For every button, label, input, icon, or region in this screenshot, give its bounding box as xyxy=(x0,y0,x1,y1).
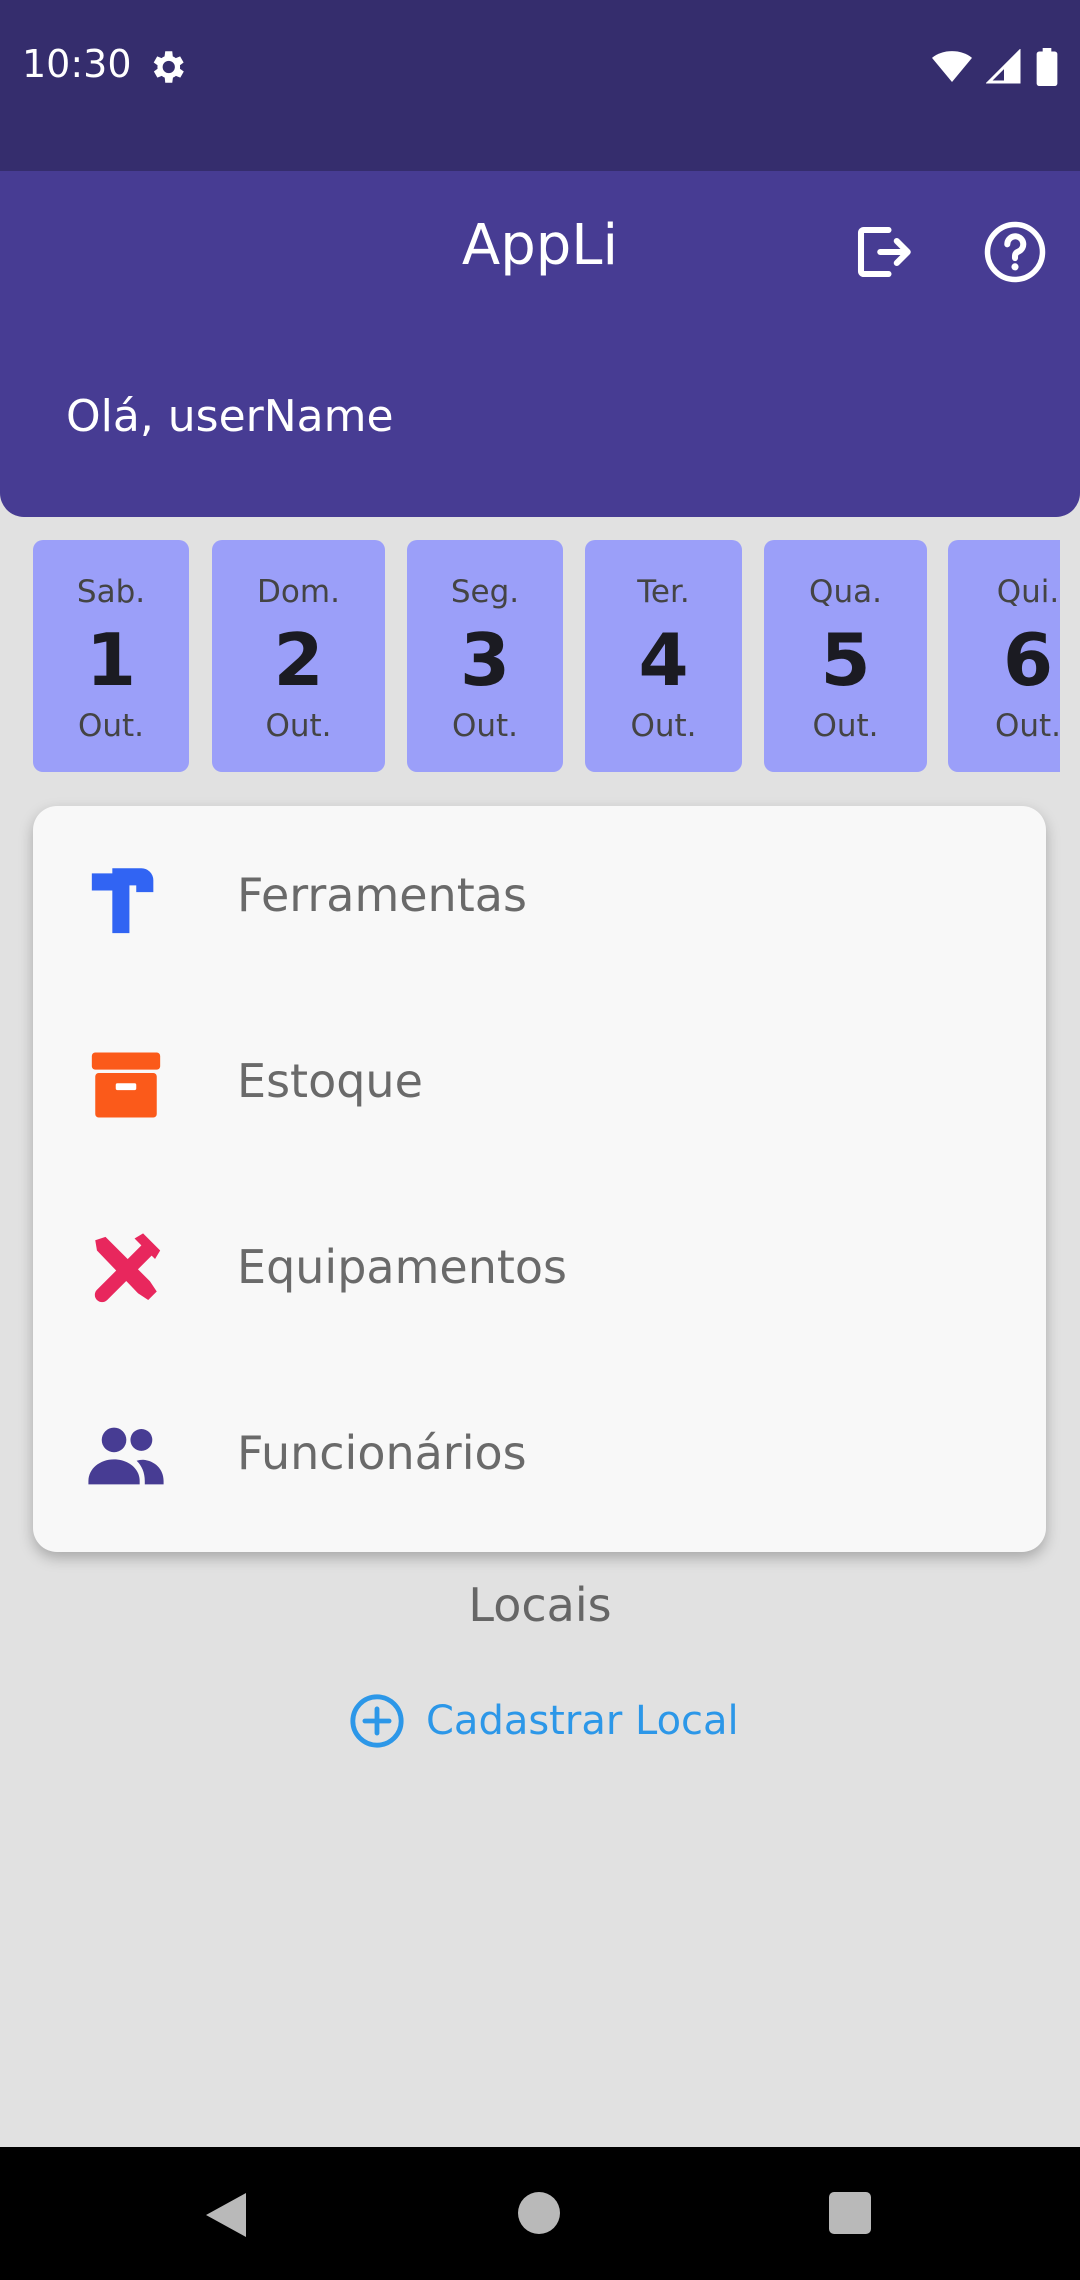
help-icon[interactable] xyxy=(982,219,1048,285)
wifi-icon xyxy=(932,51,972,82)
date-month: Out. xyxy=(451,708,519,744)
app-header: AppLi Olá, userName xyxy=(0,171,1080,517)
menu-item-estoque[interactable]: Estoque xyxy=(33,992,1046,1178)
settings-gear-icon xyxy=(153,51,184,83)
date-day: 1 xyxy=(85,618,137,702)
date-day: 5 xyxy=(820,618,871,702)
date-card-2[interactable]: Dom. 2 Out. xyxy=(212,540,385,772)
status-bar: 10:30 xyxy=(0,0,1080,171)
date-weekday: Ter. xyxy=(637,574,690,610)
tools-icon xyxy=(94,1233,161,1303)
date-month: Out. xyxy=(265,708,332,744)
date-day: 4 xyxy=(638,618,689,702)
add-local-button[interactable]: Cadastrar Local xyxy=(348,1692,739,1750)
date-card-3[interactable]: Seg. 3 Out. xyxy=(407,540,563,772)
greeting-text: Olá, userName xyxy=(66,391,394,442)
logout-icon[interactable] xyxy=(850,219,916,285)
date-weekday: Sab. xyxy=(76,574,146,610)
system-nav-bar xyxy=(0,2147,1080,2280)
date-weekday: Dom. xyxy=(257,574,340,610)
date-day: 6 xyxy=(1002,618,1054,702)
people-icon xyxy=(88,1427,164,1485)
menu-label: Equipamentos xyxy=(237,1240,567,1294)
menu-item-funcionarios[interactable]: Funcionários xyxy=(33,1364,1046,1550)
date-month: Out. xyxy=(994,708,1060,744)
home-icon[interactable] xyxy=(518,2192,560,2234)
date-month: Out. xyxy=(77,708,145,744)
locais-heading: Locais xyxy=(468,1578,612,1632)
date-card-5[interactable]: Qua. 5 Out. xyxy=(764,540,927,772)
status-indicators xyxy=(932,48,1058,86)
add-local-label: Cadastrar Local xyxy=(426,1698,739,1744)
date-card-6[interactable]: Qui. 6 Out. xyxy=(948,540,1060,772)
main-menu: Ferramentas Estoque Equipamentos Funcion… xyxy=(33,806,1046,1552)
add-circle-icon xyxy=(350,1694,404,1748)
app-title: AppLi xyxy=(461,213,619,278)
date-selector[interactable]: Sab. 1 Out. Dom. 2 Out. Seg. 3 Out. Ter.… xyxy=(0,540,1060,774)
date-month: Out. xyxy=(630,708,697,744)
menu-item-equipamentos[interactable]: Equipamentos xyxy=(33,1178,1046,1364)
status-time: 10:30 xyxy=(22,42,132,86)
date-month: Out. xyxy=(812,708,879,744)
menu-label: Ferramentas xyxy=(237,868,527,922)
back-icon[interactable] xyxy=(205,2193,247,2237)
menu-label: Estoque xyxy=(237,1054,423,1108)
date-card-1[interactable]: Sab. 1 Out. xyxy=(33,540,189,772)
archive-box-icon xyxy=(91,1052,161,1118)
battery-icon xyxy=(1036,48,1058,86)
menu-label: Funcionários xyxy=(237,1426,527,1480)
recent-apps-icon[interactable] xyxy=(829,2192,871,2234)
signal-icon xyxy=(986,49,1021,84)
date-day: 3 xyxy=(459,618,511,702)
menu-item-ferramentas[interactable]: Ferramentas xyxy=(33,806,1046,992)
date-weekday: Qui. xyxy=(996,574,1060,610)
date-card-4[interactable]: Ter. 4 Out. xyxy=(585,540,742,772)
hammer-icon xyxy=(91,868,154,934)
date-weekday: Seg. xyxy=(450,574,520,610)
date-day: 2 xyxy=(273,618,324,702)
date-weekday: Qua. xyxy=(809,574,882,610)
